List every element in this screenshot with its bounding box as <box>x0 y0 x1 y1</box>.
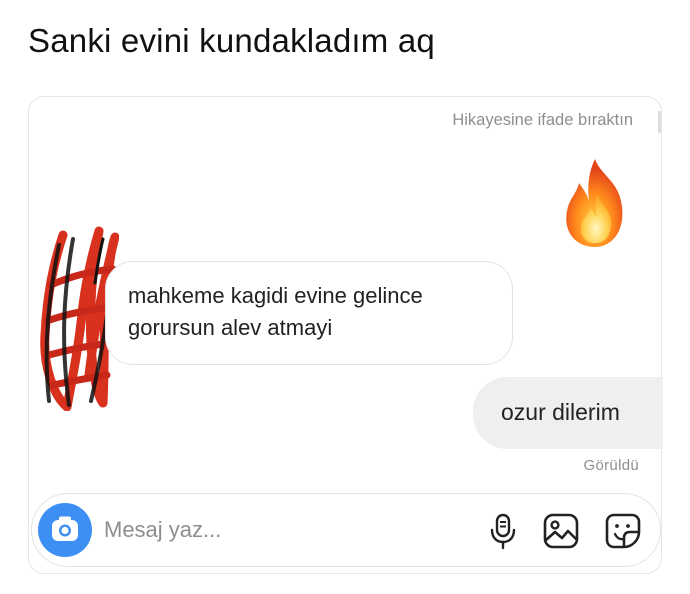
sticker-icon[interactable] <box>604 512 642 550</box>
gallery-icon[interactable] <box>542 512 580 550</box>
camera-button[interactable] <box>38 503 92 557</box>
outgoing-message-text: ozur dilerim <box>501 399 620 425</box>
seen-status: Görüldü <box>583 457 639 474</box>
camera-icon <box>52 516 78 541</box>
message-input[interactable] <box>104 512 464 548</box>
incoming-message[interactable]: mahkeme kagidi evine gelince gorursun al… <box>105 261 513 365</box>
microphone-icon[interactable] <box>484 512 522 550</box>
outgoing-message[interactable]: ozur dilerim <box>473 377 663 449</box>
scrollbar-thumb[interactable] <box>658 111 661 133</box>
story-reaction-note: Hikayesine ifade bıraktın <box>452 111 633 129</box>
post-caption: Sanki evini kundakladım aq <box>28 22 435 59</box>
incoming-message-line: gorursun alev atmayi <box>128 315 333 340</box>
message-composer <box>31 493 661 567</box>
dm-conversation-panel: Hikayesine ifade bıraktın mahkeme kagidi… <box>28 96 663 574</box>
fire-emoji[interactable] <box>557 155 633 251</box>
incoming-message-line: mahkeme kagidi evine gelince <box>128 283 423 308</box>
